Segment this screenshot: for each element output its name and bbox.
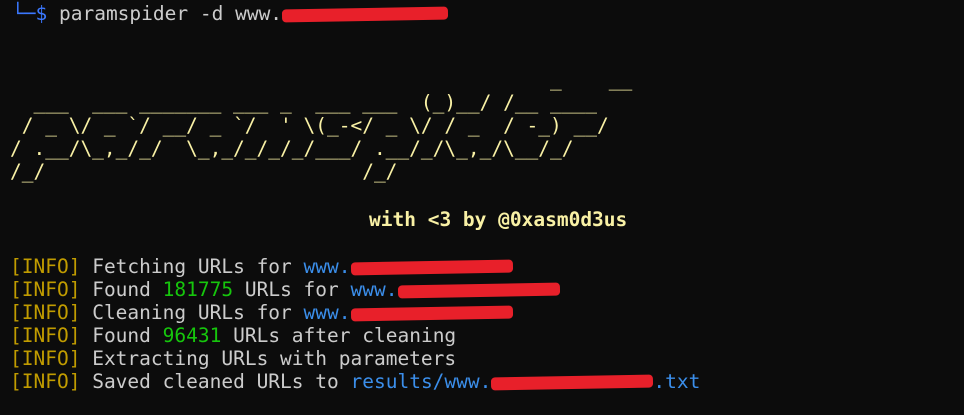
command-text: paramspider -d www. [58,2,283,25]
info-tag: [INFO] [10,324,81,347]
log-text: URLs after cleaning [233,324,457,347]
log-url-suffix: .txt [653,370,701,393]
prompt-line: └─$ paramspider -d www. [12,2,449,25]
info-tag: [INFO] [10,278,81,301]
redaction-mark [350,305,513,322]
log-text: Found [92,324,151,347]
log-line: [INFO] Saved cleaned URLs to results/www… [10,370,700,393]
ascii-banner: _ __ ___ ___ _______ ___ _ ___ ___ (_)__… [10,68,632,183]
info-tag: [INFO] [10,301,81,324]
redaction-mark [397,282,560,299]
log-url: www. [303,301,351,324]
banner-credit: with <3 by @0xasm0d3us [369,208,628,231]
prompt-symbol: $ [35,2,48,25]
banner-line: /_/ /_/ [10,160,398,183]
log-line: [INFO] Fetching URLs for www. [10,255,513,278]
log-url: www. [350,278,398,301]
log-url: www. [303,255,351,278]
banner-line: _ __ [10,68,633,91]
log-line: [INFO] Found 181775 URLs for www. [10,278,560,301]
banner-line: / .__/\_,_/_/ \_,_/_/_/_/___/ .__/_/\_,_… [10,137,574,160]
url-count: 181775 [162,278,234,301]
redaction-mark [281,6,449,23]
log-url: results/www. [350,370,492,393]
info-tag: [INFO] [10,255,81,278]
redaction-mark [350,259,513,276]
info-tag: [INFO] [10,347,81,370]
redaction-mark [491,374,654,391]
log-text: URLs for [244,278,339,301]
log-text: Found [92,278,151,301]
log-line: [INFO] Found 96431 URLs after cleaning [10,324,456,347]
log-line: [INFO] Cleaning URLs for www. [10,301,513,324]
log-text: Extracting URLs with parameters [92,347,457,370]
log-line: [INFO] Extracting URLs with parameters [10,347,456,370]
info-tag: [INFO] [10,370,81,393]
banner-line: ___ ___ _______ ___ _ ___ ___ (_)__/ /__… [10,91,597,114]
log-text: Cleaning URLs for [92,301,292,324]
prompt-corner: └─ [12,2,36,25]
log-text: Saved cleaned URLs to [92,370,339,393]
log-text: Fetching URLs for [92,255,292,278]
banner-line: / _ \/ _ `/ __/ _ `/ ' \(_-</ _ \/ / _ /… [10,114,609,137]
url-count: 96431 [162,324,222,347]
